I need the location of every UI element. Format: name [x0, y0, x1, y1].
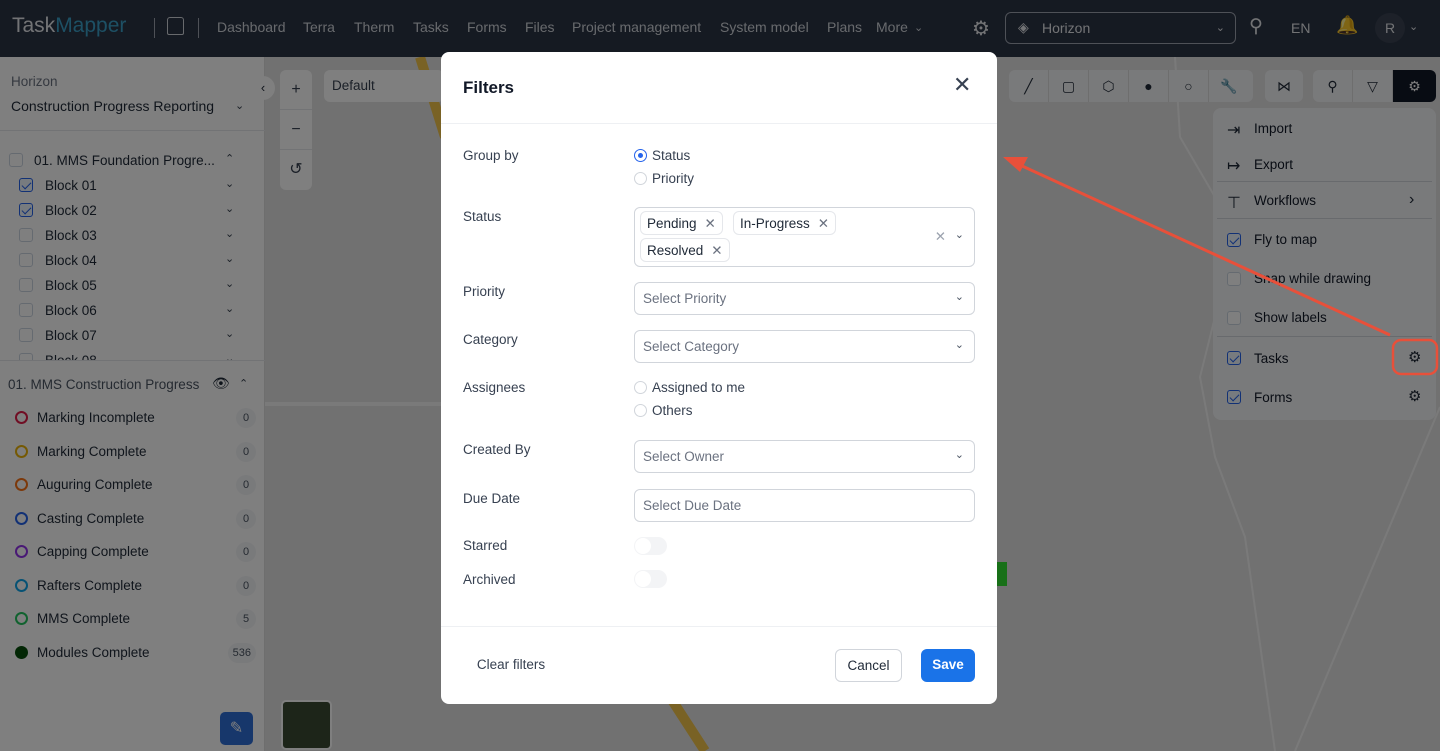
- remove-tag-icon[interactable]: ✕: [818, 216, 829, 231]
- category-select[interactable]: Select Category ⌄: [634, 330, 975, 363]
- modal-title: Filters: [463, 78, 515, 97]
- status-tag: Pending ✕: [640, 211, 723, 235]
- status-label: Status: [463, 209, 502, 224]
- category-label: Category: [463, 332, 518, 347]
- owner-select[interactable]: Select Owner ⌄: [634, 440, 975, 473]
- due-date-label: Due Date: [463, 491, 521, 506]
- clear-filters-button[interactable]: Clear filters: [463, 649, 559, 682]
- group-by-priority-radio[interactable]: [634, 172, 647, 185]
- created-by-label: Created By: [463, 442, 531, 457]
- clear-icon[interactable]: ✕: [935, 229, 946, 245]
- status-tag: Resolved ✕: [640, 238, 730, 262]
- close-icon[interactable]: ✕: [953, 72, 971, 98]
- remove-tag-icon[interactable]: ✕: [705, 216, 716, 231]
- group-by-status-label[interactable]: Status: [652, 148, 690, 163]
- filters-modal: Filters ✕ Group by Status Priority Statu…: [441, 52, 997, 704]
- others-radio[interactable]: [634, 404, 647, 417]
- group-by-label: Group by: [463, 148, 519, 163]
- group-by-status-radio[interactable]: [634, 149, 647, 162]
- cancel-button[interactable]: Cancel: [835, 649, 902, 682]
- remove-tag-icon[interactable]: ✕: [711, 243, 722, 258]
- chevron-down-icon: ⌄: [954, 339, 964, 351]
- others-label[interactable]: Others: [652, 403, 693, 418]
- assigned-to-me-label[interactable]: Assigned to me: [652, 380, 745, 395]
- priority-label: Priority: [463, 284, 506, 299]
- starred-label: Starred: [463, 538, 508, 553]
- starred-toggle[interactable]: [634, 537, 667, 555]
- save-button[interactable]: Save: [921, 649, 975, 682]
- chevron-down-icon: ⌄: [954, 449, 964, 461]
- status-tag: In-Progress ✕: [733, 211, 837, 235]
- archived-label: Archived: [463, 572, 516, 587]
- priority-select[interactable]: Select Priority ⌄: [634, 282, 975, 315]
- group-by-priority-label[interactable]: Priority: [652, 171, 694, 186]
- chevron-down-icon[interactable]: ⌄: [955, 228, 964, 241]
- assigned-to-me-radio[interactable]: [634, 381, 647, 394]
- assignees-label: Assignees: [463, 380, 526, 395]
- chevron-down-icon: ⌄: [954, 291, 964, 303]
- status-multiselect[interactable]: Pending ✕ In-Progress ✕ Resolved ✕ ✕ ⌄: [634, 207, 975, 267]
- due-date-input[interactable]: Select Due Date: [634, 489, 975, 522]
- archived-toggle[interactable]: [634, 570, 667, 588]
